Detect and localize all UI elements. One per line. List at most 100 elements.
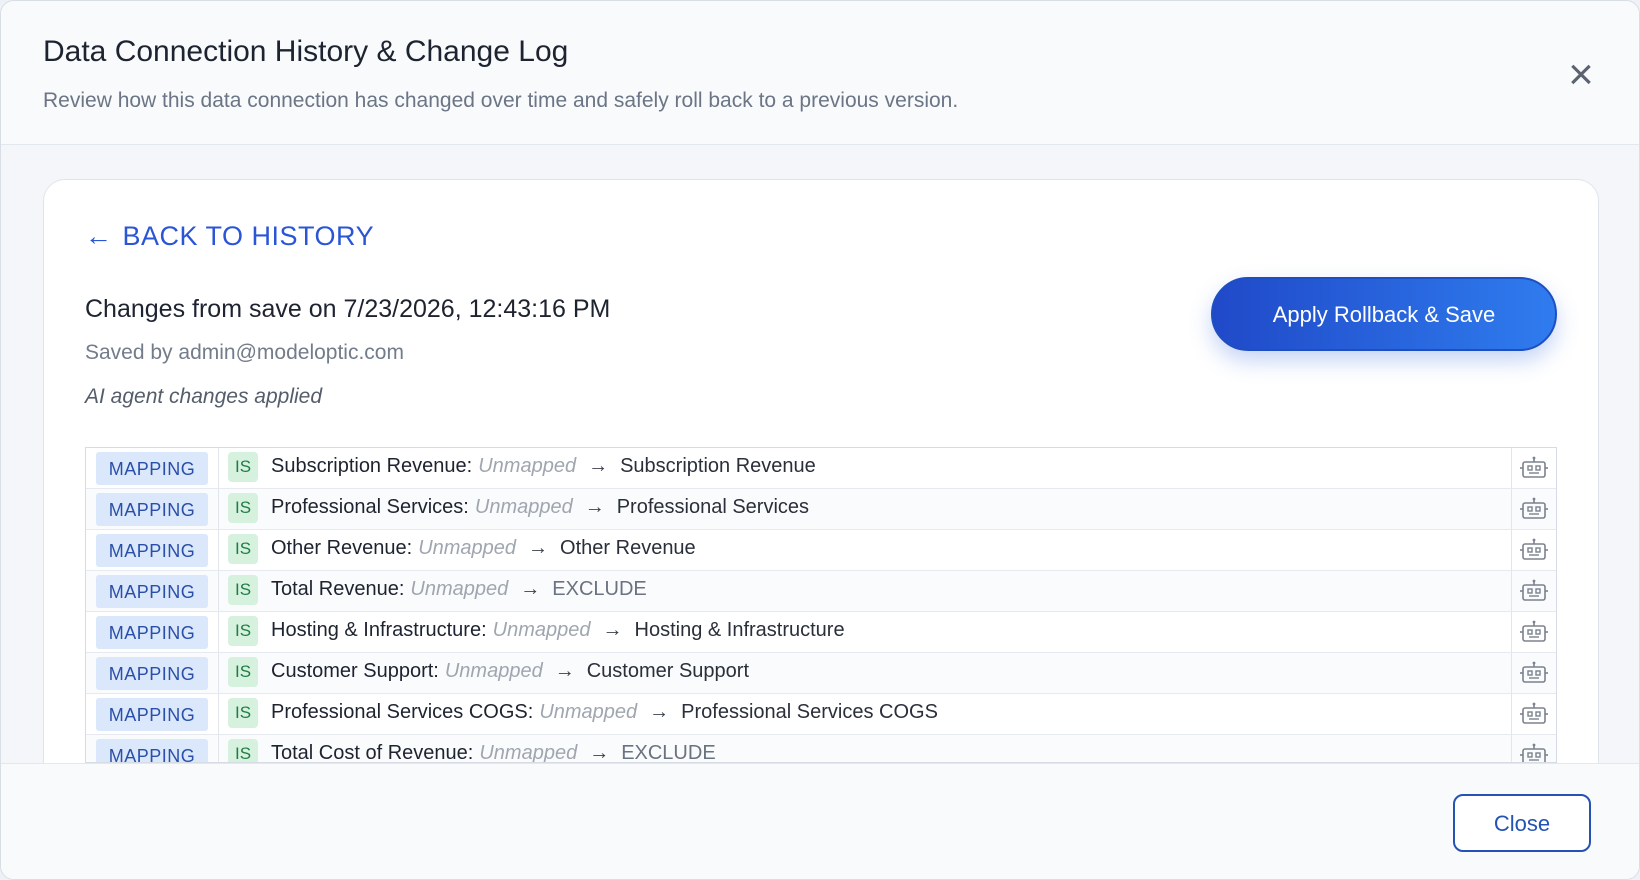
new-value: Customer Support [586, 660, 749, 682]
column-divider [218, 653, 219, 693]
field-name: Total Cost of Revenue: [271, 742, 474, 763]
table-row: MAPPING IS Professional Services COGS: Unma… [86, 694, 1556, 735]
field-name: Subscription Revenue: [271, 455, 473, 477]
modal-subtitle: Review how this data connection has chan… [43, 89, 959, 112]
changes-table[interactable]: MAPPING IS Subscription Revenue: Unmapped → S… [85, 447, 1557, 763]
table-row: MAPPING IS Total Cost of Revenue: Unmapped →… [86, 735, 1556, 763]
robot-icon [1520, 620, 1548, 644]
new-value: Other Revenue [560, 537, 696, 559]
arrow-right-icon: → [554, 660, 575, 682]
changes-title: Changes from save on 7/23/2026, 12:43:16… [85, 295, 611, 323]
statement-badge: IS [228, 657, 258, 687]
statement-badge: IS [228, 698, 258, 728]
close-icon[interactable]: × [1561, 53, 1601, 97]
field-name: Customer Support: [271, 660, 439, 682]
field-name: Total Revenue: [271, 578, 405, 600]
old-value: Unmapped [474, 496, 573, 518]
column-divider [1511, 653, 1512, 693]
table-row: MAPPING IS Total Revenue: Unmapped → EXCLUDE [86, 571, 1556, 612]
mapping-tag: MAPPING [96, 739, 208, 762]
robot-icon [1520, 661, 1548, 685]
arrow-right-icon: → [649, 701, 670, 723]
arrow-right-icon: → [588, 455, 609, 477]
table-row: MAPPING IS Other Revenue: Unmapped → Other Re… [86, 530, 1556, 571]
mapping-tag: MAPPING [96, 698, 208, 731]
arrow-right-icon: → [520, 578, 541, 600]
column-divider [218, 571, 219, 611]
apply-rollback-button[interactable]: Apply Rollback & Save [1211, 277, 1557, 351]
old-value: Unmapped [444, 660, 543, 682]
old-value: Unmapped [410, 578, 509, 600]
statement-badge: IS [228, 739, 258, 762]
mapping-tag: MAPPING [96, 657, 208, 690]
column-divider [1511, 530, 1512, 570]
column-divider [218, 489, 219, 529]
arrow-right-icon: → [528, 537, 549, 559]
mapping-tag: MAPPING [96, 493, 208, 526]
new-value: Hosting & Infrastructure [634, 619, 845, 641]
new-value: Subscription Revenue [620, 455, 816, 477]
mapping-tag: MAPPING [96, 616, 208, 649]
change-description: Customer Support: Unmapped → Customer Suppo… [271, 660, 749, 683]
table-row: MAPPING IS Hosting & Infrastructure: Unmapp… [86, 612, 1556, 653]
modal-footer: Close [1, 763, 1639, 879]
robot-icon [1520, 497, 1548, 521]
column-divider [218, 530, 219, 570]
change-description: Subscription Revenue: Unmapped → Subscripti… [271, 455, 816, 478]
change-description: Other Revenue: Unmapped → Other Revenue [271, 537, 696, 560]
statement-badge: IS [228, 493, 258, 523]
modal-title: Data Connection History & Change Log [43, 35, 569, 68]
column-divider [1511, 612, 1512, 652]
arrow-left-icon: ← [85, 221, 113, 251]
arrow-right-icon: → [602, 619, 623, 641]
field-name: Other Revenue: [271, 537, 413, 559]
table-row: MAPPING IS Professional Services: Unmapped →… [86, 489, 1556, 530]
mapping-tag: MAPPING [96, 534, 208, 567]
new-value: Professional Services COGS [681, 701, 938, 723]
history-modal: Data Connection History & Change Log Rev… [0, 0, 1640, 880]
arrow-right-icon: → [584, 496, 605, 518]
ai-agent-note: AI agent changes applied [85, 385, 323, 408]
arrow-right-icon: → [589, 742, 610, 763]
field-name: Professional Services: [271, 496, 469, 518]
modal-header: Data Connection History & Change Log Rev… [1, 1, 1639, 145]
mapping-tag: MAPPING [96, 452, 208, 485]
back-to-history-label: BACK TO HISTORY [122, 221, 375, 251]
change-description: Total Cost of Revenue: Unmapped → EXCLUDE [271, 742, 716, 763]
back-to-history-link[interactable]: ← BACK TO HISTORY [85, 221, 374, 252]
close-button[interactable]: Close [1453, 794, 1591, 852]
new-value: Professional Services [616, 496, 810, 518]
robot-icon [1520, 456, 1548, 480]
column-divider [1511, 735, 1512, 762]
statement-badge: IS [228, 616, 258, 646]
table-row: MAPPING IS Customer Support: Unmapped → Custo… [86, 653, 1556, 694]
saved-by-text: Saved by admin@modeloptic.com [85, 341, 404, 364]
table-row: MAPPING IS Subscription Revenue: Unmapped → S… [86, 448, 1556, 489]
new-value: EXCLUDE [552, 578, 647, 600]
column-divider [1511, 489, 1512, 529]
change-description: Professional Services: Unmapped → Professio… [271, 496, 809, 519]
new-value: EXCLUDE [621, 742, 716, 763]
robot-icon [1520, 538, 1548, 562]
change-description: Hosting & Infrastructure: Unmapped → Hostin… [271, 619, 845, 642]
old-value: Unmapped [539, 701, 638, 723]
old-value: Unmapped [418, 537, 517, 559]
old-value: Unmapped [492, 619, 591, 641]
statement-badge: IS [228, 575, 258, 605]
robot-icon [1520, 743, 1548, 762]
column-divider [218, 448, 219, 488]
statement-badge: IS [228, 534, 258, 564]
change-description: Professional Services COGS: Unmapped → Prof… [271, 701, 938, 724]
column-divider [1511, 448, 1512, 488]
robot-icon [1520, 579, 1548, 603]
column-divider [218, 612, 219, 652]
robot-icon [1520, 702, 1548, 726]
statement-badge: IS [228, 452, 258, 482]
column-divider [1511, 694, 1512, 734]
old-value: Unmapped [479, 742, 578, 763]
column-divider [218, 694, 219, 734]
change-description: Total Revenue: Unmapped → EXCLUDE [271, 578, 647, 601]
field-name: Hosting & Infrastructure: [271, 619, 487, 641]
old-value: Unmapped [478, 455, 577, 477]
field-name: Professional Services COGS: [271, 701, 534, 723]
